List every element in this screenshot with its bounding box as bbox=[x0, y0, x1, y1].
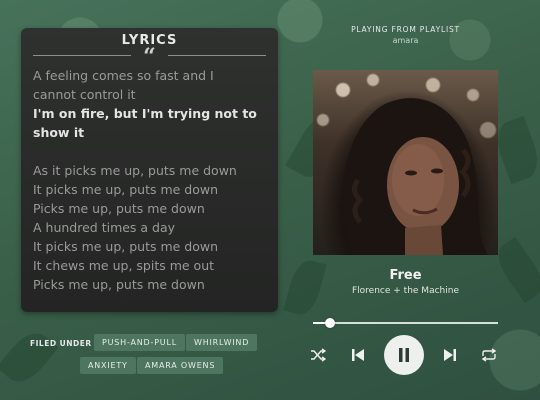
background-leaf bbox=[0, 325, 59, 390]
shuffle-icon[interactable] bbox=[308, 345, 328, 365]
song-title: Free bbox=[389, 268, 422, 283]
skip-previous-icon[interactable] bbox=[348, 345, 368, 365]
pause-icon bbox=[399, 348, 409, 362]
lyric-line[interactable]: It picks me up, puts me down bbox=[33, 237, 218, 256]
lyric-line[interactable]: A hundred times a day bbox=[33, 218, 175, 237]
lyrics-panel[interactable]: LYRICS “ A feeling comes so fast and Ica… bbox=[21, 28, 278, 312]
album-art-portrait bbox=[343, 98, 488, 255]
filed-under-label: FILED UNDER bbox=[30, 339, 92, 348]
lyric-line[interactable]: A feeling comes so fast and I bbox=[33, 66, 214, 85]
lyric-line[interactable]: cannot control it bbox=[33, 85, 136, 104]
repeat-icon[interactable] bbox=[479, 345, 499, 365]
tag-anxiety[interactable]: ANXIETY bbox=[80, 357, 136, 374]
lyric-line[interactable]: Picks me up, puts me down bbox=[33, 199, 205, 218]
skip-next-icon[interactable] bbox=[440, 345, 460, 365]
pause-button[interactable] bbox=[384, 335, 424, 375]
lyric-line[interactable]: show it bbox=[33, 123, 84, 142]
playing-from-label: PLAYING FROM PLAYLIST bbox=[351, 25, 460, 34]
progress-bar[interactable] bbox=[313, 318, 498, 328]
playlist-name[interactable]: amara bbox=[313, 36, 498, 45]
song-artist[interactable]: Florence + the Machine bbox=[313, 286, 498, 296]
lyric-line[interactable]: It chews me up, spits me out bbox=[33, 256, 214, 275]
tag-amara-owens[interactable]: AMARA OWENS bbox=[137, 357, 224, 374]
lyric-line[interactable]: It picks me up, puts me down bbox=[33, 180, 218, 199]
tag-whirlwind[interactable]: WHIRLWIND bbox=[186, 334, 258, 351]
lyric-line[interactable]: I'm on fire, but I'm trying not to bbox=[33, 104, 257, 123]
background-leaf bbox=[490, 115, 540, 185]
album-art bbox=[313, 70, 498, 255]
lyric-line[interactable]: As it picks me up, puts me down bbox=[33, 161, 237, 180]
tag-push-and-pull[interactable]: PUSH-AND-PULL bbox=[94, 334, 185, 351]
progress-knob[interactable] bbox=[324, 318, 335, 328]
lyric-line[interactable]: Picks me up, puts me down bbox=[33, 275, 205, 294]
